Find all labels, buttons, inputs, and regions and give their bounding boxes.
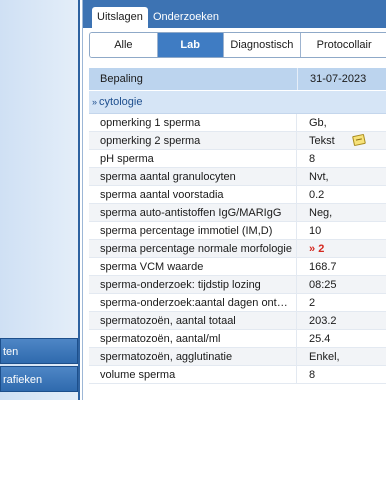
sidebar-button-rafieken[interactable]: rafieken — [0, 366, 78, 392]
table-row[interactable]: volume sperma 8 — [89, 366, 386, 384]
value-text: Nvt, — [309, 171, 329, 183]
tab-onderzoeken[interactable]: Onderzoeken — [148, 7, 224, 28]
table-row[interactable]: sperma auto-antistoffen IgG/MARIgG Neg, — [89, 204, 386, 222]
table-row[interactable]: sperma aantal granulocyten Nvt, — [89, 168, 386, 186]
sidebar: ten rafieken — [0, 0, 80, 400]
row-name-cell: volume sperma — [89, 366, 297, 383]
tab-uitslagen[interactable]: Uitslagen — [92, 7, 148, 28]
row-value-cell: Neg, — [297, 204, 386, 221]
table-row[interactable]: spermatozoën, agglutinatie Enkel, — [89, 348, 386, 366]
row-value-cell: Nvt, — [297, 168, 386, 185]
value-text: 168.7 — [309, 261, 337, 273]
note-icon[interactable] — [352, 133, 366, 147]
row-value-cell: » 2 — [297, 240, 386, 257]
row-name-cell: opmerking 1 sperma — [89, 114, 297, 131]
row-value-cell: Enkel, — [297, 348, 386, 365]
segment-protocollair[interactable]: Protocollair — [301, 33, 386, 57]
value-text: Neg, — [309, 207, 333, 219]
table-row[interactable]: sperma percentage immotiel (IM,D) 10 — [89, 222, 386, 240]
sidebar-button-ten[interactable]: ten — [0, 338, 78, 364]
value-text: Enkel, — [309, 351, 340, 363]
value-text: 8 — [309, 369, 316, 381]
table-row[interactable]: opmerking 2 sperma Tekst — [89, 132, 386, 150]
value-text: 08:25 — [309, 279, 337, 291]
row-value-cell: 203.2 — [297, 312, 386, 329]
row-name-cell: sperma VCM waarde — [89, 258, 297, 275]
row-name-cell: pH sperma — [89, 150, 297, 167]
filter-segmented-control: Alle Lab Diagnostisch Protocollair — [89, 32, 386, 58]
row-name-cell: spermatozoën, agglutinatie — [89, 348, 297, 365]
row-name-cell: sperma percentage immotiel (IM,D) — [89, 222, 297, 239]
row-value-cell: 10 — [297, 222, 386, 239]
row-value-cell: Tekst — [297, 132, 386, 149]
group-row-cytologie[interactable]: » cytologie — [89, 91, 386, 114]
table-row[interactable]: spermatozoën, aantal/ml 25.4 — [89, 330, 386, 348]
segment-lab[interactable]: Lab — [157, 33, 224, 57]
row-name-cell: sperma-onderzoek: tijdstip lozing — [89, 276, 297, 293]
value-text: 10 — [309, 225, 322, 237]
row-value-cell: 8 — [297, 150, 386, 167]
value-text: Tekst — [309, 135, 335, 147]
table-body: opmerking 1 sperma Gb, opmerking 2 sperma T… — [89, 114, 386, 384]
row-value-cell: Gb, — [297, 114, 386, 131]
value-text: 25.4 — [309, 333, 331, 345]
column-header-bepaling[interactable]: Bepaling — [89, 68, 297, 90]
table-header: Bepaling 31-07-2023 — [89, 68, 386, 91]
segment-alle[interactable]: Alle — [90, 33, 158, 57]
table-row[interactable]: sperma VCM waarde 168.7 — [89, 258, 386, 276]
row-name-cell: sperma aantal granulocyten — [89, 168, 297, 185]
row-name-cell: sperma-onderzoek:aantal dagen ont… — [89, 294, 297, 311]
table-row[interactable]: opmerking 1 sperma Gb, — [89, 114, 386, 132]
table-row[interactable]: spermatozoën, aantal totaal 203.2 — [89, 312, 386, 330]
group-label: cytologie — [99, 96, 143, 108]
row-name-cell: sperma auto-antistoffen IgG/MARIgG — [89, 204, 297, 221]
flagged-value: 2 — [318, 243, 325, 255]
value-text: 0.2 — [309, 189, 325, 201]
tab-bar: Uitslagen Onderzoeken — [83, 0, 386, 28]
row-name-cell: spermatozoën, aantal/ml — [89, 330, 297, 347]
collapse-chevron-icon[interactable]: » — [92, 97, 97, 107]
row-name-cell: sperma percentage normale morfologie — [89, 240, 297, 257]
row-value-cell: 08:25 — [297, 276, 386, 293]
row-value-cell: 2 — [297, 294, 386, 311]
table-row[interactable]: sperma aantal voorstadia 0.2 — [89, 186, 386, 204]
row-name-cell: opmerking 2 sperma — [89, 132, 297, 149]
row-name-cell: spermatozoën, aantal totaal — [89, 312, 297, 329]
row-value-cell: 8 — [297, 366, 386, 383]
table-row[interactable]: sperma percentage normale morfologie» 2 — [89, 240, 386, 258]
value-text: 2 — [309, 297, 316, 309]
value-text: 203.2 — [309, 315, 337, 327]
results-panel: Uitslagen Onderzoeken Alle Lab Diagnosti… — [82, 0, 386, 400]
table-row[interactable]: sperma-onderzoek: tijdstip lozing 08:25 — [89, 276, 386, 294]
table-row[interactable]: pH sperma 8 — [89, 150, 386, 168]
results-table: Bepaling 31-07-2023 » cytologie opmerking… — [89, 68, 386, 384]
row-name-cell: sperma aantal voorstadia — [89, 186, 297, 203]
column-header-date[interactable]: 31-07-2023 — [297, 68, 386, 90]
segment-diagnostisch[interactable]: Diagnostisch — [223, 33, 302, 57]
value-text: 8 — [309, 153, 316, 165]
table-row[interactable]: sperma-onderzoek:aantal dagen ont… 2 — [89, 294, 386, 312]
row-value-cell: 168.7 — [297, 258, 386, 275]
low-flag-icon: » — [309, 243, 316, 255]
row-value-cell: 25.4 — [297, 330, 386, 347]
row-value-cell: 0.2 — [297, 186, 386, 203]
value-text: Gb, — [309, 117, 327, 129]
